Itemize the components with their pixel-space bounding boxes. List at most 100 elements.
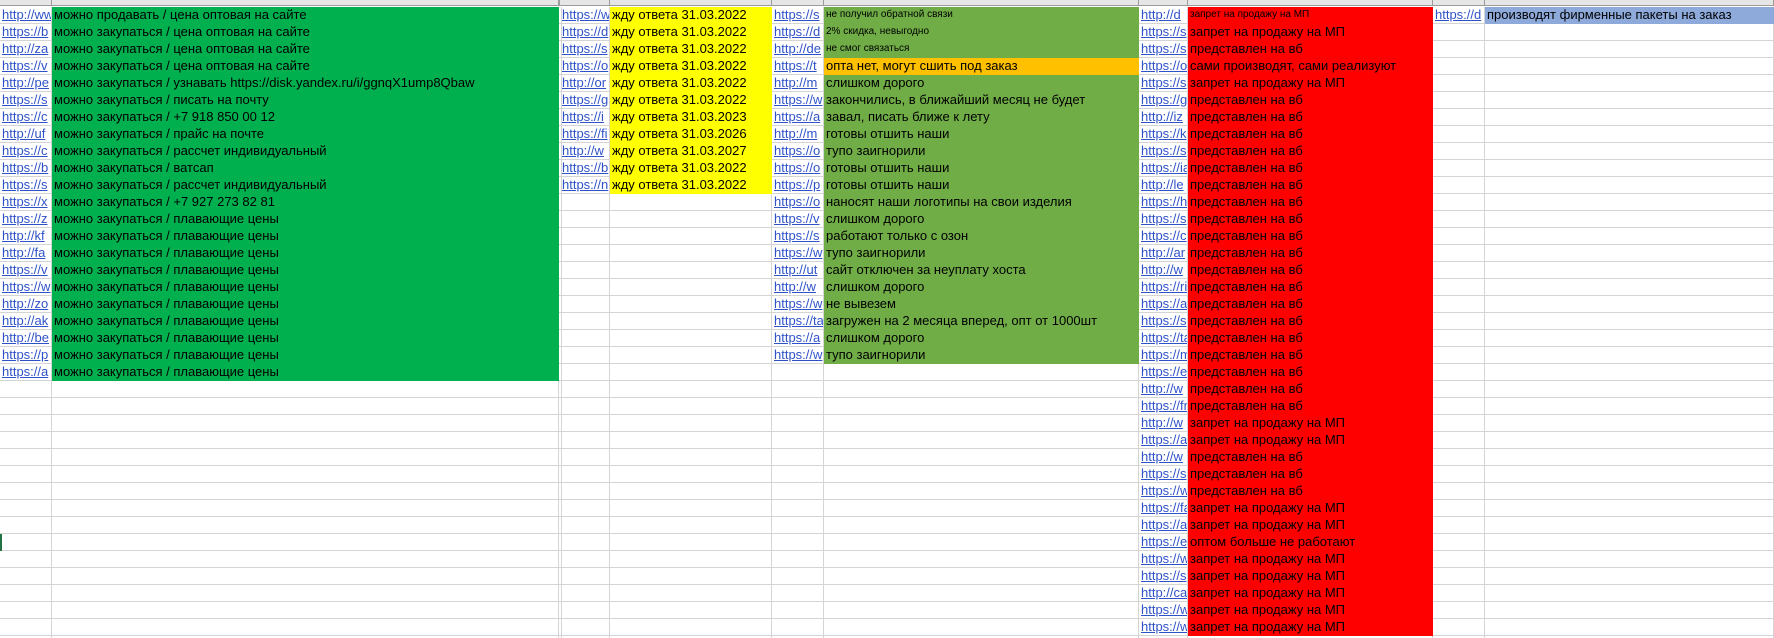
marketplace-status-cell[interactable]: представлен на вб <box>1188 143 1433 160</box>
note-cell[interactable] <box>1485 517 1774 534</box>
link-cell[interactable] <box>1433 160 1485 177</box>
note-cell[interactable] <box>1485 585 1774 602</box>
status-cell[interactable] <box>52 449 559 466</box>
status-cell[interactable] <box>52 551 559 568</box>
marketplace-status-cell[interactable]: представлен на вб <box>1188 398 1433 415</box>
link-cell[interactable]: https://w <box>560 7 610 24</box>
link-cell[interactable]: https://g <box>1139 92 1188 109</box>
reply-date-cell[interactable] <box>610 228 772 245</box>
link-cell[interactable] <box>1433 500 1485 517</box>
comment-cell[interactable]: 2% скидка, невыгодно <box>824 24 1139 41</box>
link-cell[interactable]: http://de <box>772 41 824 58</box>
marketplace-status-cell[interactable]: представлен на вб <box>1188 381 1433 398</box>
link-cell[interactable]: https://d <box>560 24 610 41</box>
marketplace-status-cell[interactable]: представлен на вб <box>1188 126 1433 143</box>
column-header[interactable] <box>610 0 772 6</box>
link-cell[interactable]: https://s <box>1139 466 1188 483</box>
reply-date-cell[interactable] <box>610 398 772 415</box>
column-header[interactable] <box>560 0 610 6</box>
reply-date-cell[interactable] <box>610 466 772 483</box>
link-cell[interactable]: http://ww <box>0 7 52 24</box>
reply-date-cell[interactable] <box>610 483 772 500</box>
note-cell[interactable] <box>1485 330 1774 347</box>
note-cell[interactable] <box>1485 602 1774 619</box>
reply-date-cell[interactable] <box>610 296 772 313</box>
link-cell[interactable] <box>0 517 52 534</box>
link-cell[interactable] <box>560 449 610 466</box>
status-cell[interactable]: можно закупаться / плавающие цены <box>52 347 559 364</box>
link-cell[interactable]: https://a <box>1139 432 1188 449</box>
comment-cell[interactable]: сайт отключен за неуплату хоста <box>824 262 1139 279</box>
link-cell[interactable]: https://v <box>0 58 52 75</box>
link-cell[interactable] <box>560 534 610 551</box>
link-cell[interactable] <box>0 415 52 432</box>
link-cell[interactable] <box>1433 381 1485 398</box>
status-cell[interactable] <box>52 602 559 619</box>
note-cell[interactable] <box>1485 24 1774 41</box>
note-cell[interactable] <box>1485 194 1774 211</box>
status-cell[interactable]: можно продавать / цена оптовая на сайте <box>52 7 559 24</box>
status-cell[interactable]: можно закупаться / узнавать https://disk… <box>52 75 559 92</box>
link-cell[interactable]: https://o <box>560 58 610 75</box>
link-cell[interactable]: http://w <box>1139 381 1188 398</box>
comment-cell[interactable]: слишком дорого <box>824 279 1139 296</box>
link-cell[interactable] <box>1433 483 1485 500</box>
link-cell[interactable]: https://w <box>772 347 824 364</box>
reply-date-cell[interactable]: жду ответа 31.03.2022 <box>610 24 772 41</box>
link-cell[interactable] <box>1433 602 1485 619</box>
link-cell[interactable] <box>772 449 824 466</box>
note-cell[interactable] <box>1485 211 1774 228</box>
marketplace-status-cell[interactable]: запрет на продажу на МП <box>1188 568 1433 585</box>
link-cell[interactable]: http://ca <box>1139 585 1188 602</box>
link-cell[interactable]: https://s <box>1139 211 1188 228</box>
marketplace-status-cell[interactable]: представлен на вб <box>1188 279 1433 296</box>
link-cell[interactable]: http://m <box>772 75 824 92</box>
comment-cell[interactable]: готовы отшить наши <box>824 126 1139 143</box>
column-header[interactable] <box>1139 0 1188 6</box>
reply-date-cell[interactable] <box>610 279 772 296</box>
link-cell[interactable] <box>772 619 824 636</box>
reply-date-cell[interactable] <box>610 602 772 619</box>
status-cell[interactable] <box>52 398 559 415</box>
link-cell[interactable]: http://uf <box>0 126 52 143</box>
link-cell[interactable]: http://w <box>560 143 610 160</box>
reply-date-cell[interactable] <box>610 347 772 364</box>
link-cell[interactable] <box>560 415 610 432</box>
link-cell[interactable] <box>560 432 610 449</box>
marketplace-status-cell[interactable]: представлен на вб <box>1188 296 1433 313</box>
comment-cell[interactable] <box>824 619 1139 636</box>
link-cell[interactable]: https://v <box>772 211 824 228</box>
link-cell[interactable]: https://e <box>1139 534 1188 551</box>
marketplace-status-cell[interactable]: представлен на вб <box>1188 109 1433 126</box>
marketplace-status-cell[interactable]: запрет на продажу на МП <box>1188 415 1433 432</box>
link-cell[interactable] <box>0 500 52 517</box>
link-cell[interactable]: https://b <box>0 160 52 177</box>
status-cell[interactable]: можно закупаться / плавающие цены <box>52 313 559 330</box>
link-cell[interactable]: https://w <box>1139 602 1188 619</box>
link-cell[interactable] <box>560 466 610 483</box>
link-cell[interactable]: https://ta <box>1139 330 1188 347</box>
link-cell[interactable] <box>560 568 610 585</box>
reply-date-cell[interactable] <box>610 381 772 398</box>
link-cell[interactable] <box>560 330 610 347</box>
note-cell[interactable] <box>1485 313 1774 330</box>
link-cell[interactable] <box>0 432 52 449</box>
link-cell[interactable]: https://o <box>772 160 824 177</box>
comment-cell[interactable]: готовы отшить наши <box>824 160 1139 177</box>
link-cell[interactable] <box>1433 41 1485 58</box>
comment-cell[interactable] <box>824 483 1139 500</box>
status-cell[interactable]: можно закупаться / +7 918 850 00 12 <box>52 109 559 126</box>
link-cell[interactable] <box>560 347 610 364</box>
link-cell[interactable] <box>1433 126 1485 143</box>
spreadsheet-grid[interactable]: http://ww можно продавать / цена оптовая … <box>0 0 1774 638</box>
status-cell[interactable]: можно закупаться / +7 927 273 82 81 <box>52 194 559 211</box>
link-cell[interactable] <box>772 483 824 500</box>
link-cell[interactable]: https://c <box>0 143 52 160</box>
link-cell[interactable] <box>772 534 824 551</box>
comment-cell[interactable]: слишком дорого <box>824 211 1139 228</box>
marketplace-status-cell[interactable]: запрет на продажу на МП <box>1188 551 1433 568</box>
status-cell[interactable]: можно закупаться / писать на почту <box>52 92 559 109</box>
link-cell[interactable]: http://le <box>1139 177 1188 194</box>
marketplace-status-cell[interactable]: запрет на продажу на МП <box>1188 75 1433 92</box>
status-cell[interactable] <box>52 483 559 500</box>
